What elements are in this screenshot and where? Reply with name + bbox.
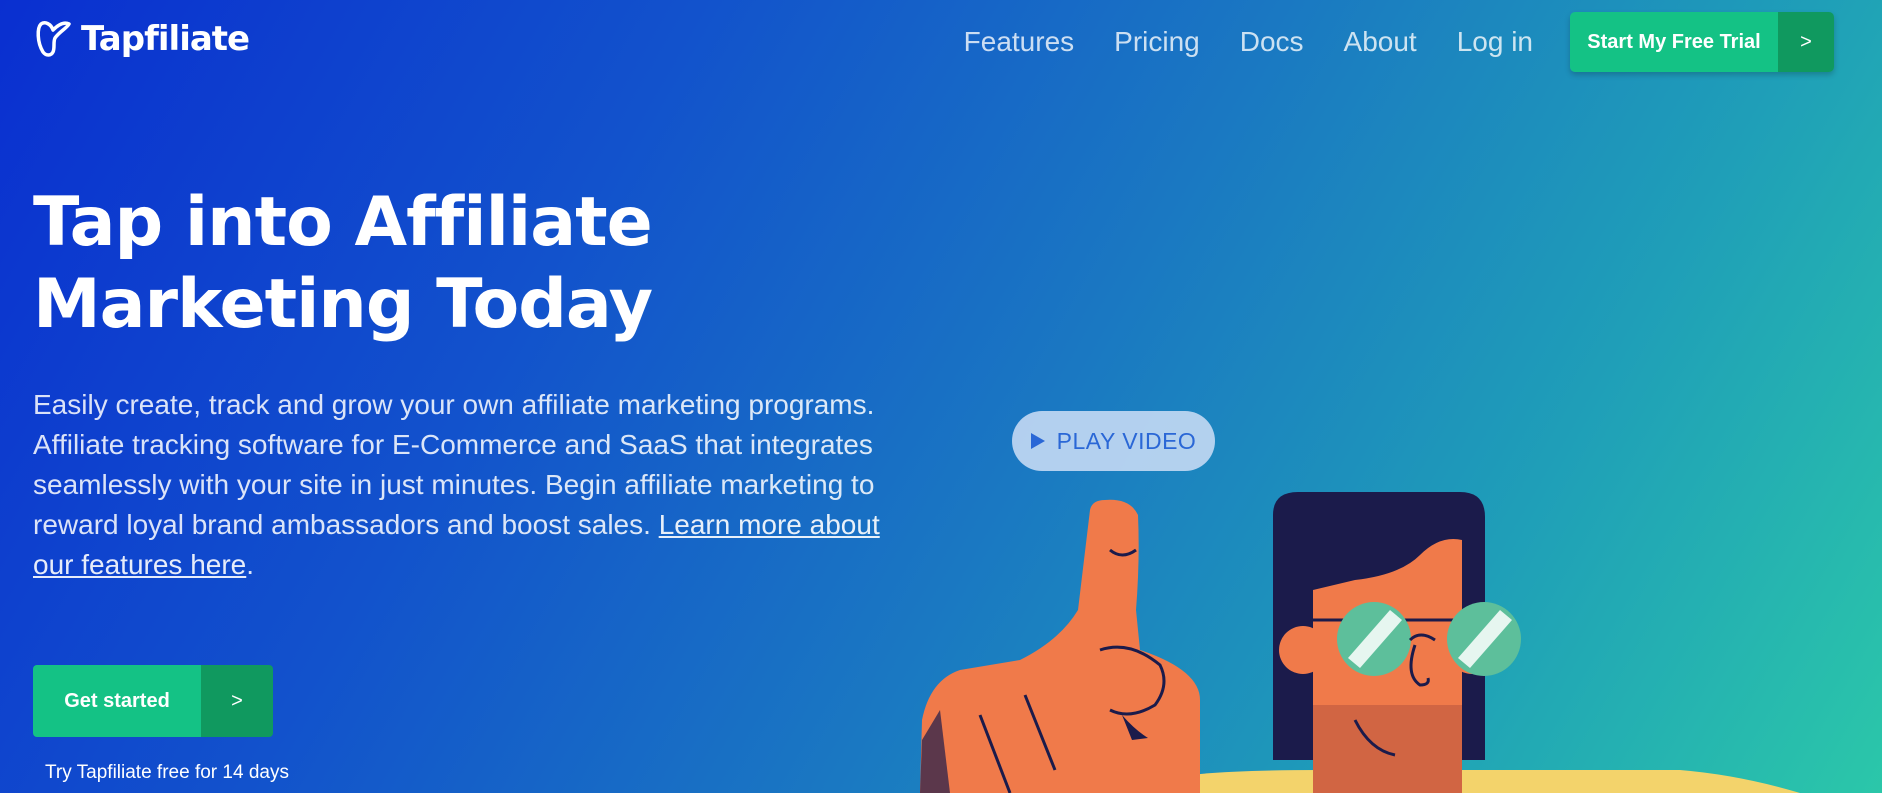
hero-title-line-1: Tap into Affiliate — [33, 183, 653, 262]
brand-logo[interactable]: Tapfiliate — [33, 18, 250, 60]
hero-title: Tap into Affiliate Marketing Today — [33, 182, 733, 346]
play-video-label: PLAY VIDEO — [1056, 427, 1197, 454]
start-free-trial-label: Start My Free Trial — [1570, 12, 1778, 72]
get-started-label: Get started — [33, 665, 201, 737]
get-started-button[interactable]: Get started > — [33, 665, 273, 737]
hero-title-line-2: Marketing Today — [33, 265, 653, 344]
nav-docs[interactable]: Docs — [1240, 26, 1304, 58]
site-header: Tapfiliate Features Pricing Docs About L… — [0, 0, 1882, 90]
play-icon — [1030, 433, 1045, 449]
chevron-right-icon: > — [201, 665, 273, 737]
tapfiliate-logo-icon — [36, 21, 71, 57]
hero-illustration — [920, 492, 1800, 793]
nav-login[interactable]: Log in — [1457, 26, 1533, 58]
play-video-button[interactable]: PLAY VIDEO — [1012, 411, 1215, 471]
chevron-right-icon: > — [1778, 12, 1834, 72]
pointing-hand-icon — [920, 499, 1200, 793]
person-illustration — [1273, 492, 1521, 793]
trial-note: Try Tapfiliate free for 14 days — [45, 762, 289, 783]
nav-features[interactable]: Features — [964, 26, 1075, 58]
illustration-shirt — [1150, 770, 1800, 793]
start-free-trial-button[interactable]: Start My Free Trial > — [1570, 12, 1834, 72]
nav-about[interactable]: About — [1344, 26, 1417, 58]
main-nav: Features Pricing Docs About Log in — [964, 26, 1533, 58]
hero-description-suffix: . — [246, 549, 255, 580]
nav-pricing[interactable]: Pricing — [1114, 26, 1200, 58]
brand-name: Tapfiliate — [81, 19, 250, 59]
hero-description: Easily create, track and grow your own a… — [33, 385, 893, 585]
